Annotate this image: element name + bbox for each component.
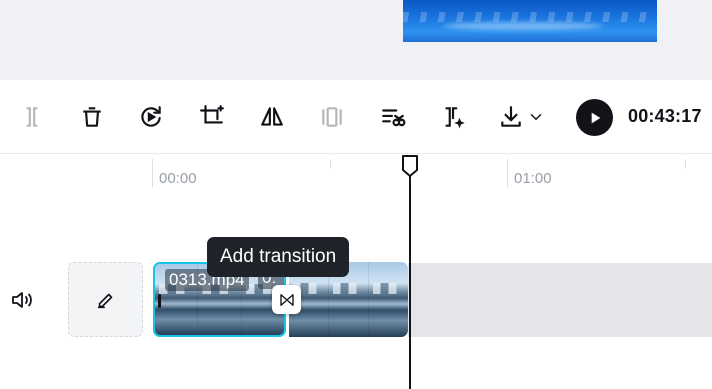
crop-button[interactable] xyxy=(197,102,227,132)
download-button[interactable] xyxy=(496,102,526,132)
replace-icon xyxy=(141,106,161,127)
ruler-tick xyxy=(330,159,331,169)
freeze-icon xyxy=(322,107,342,127)
cover-edit-button[interactable] xyxy=(68,262,143,337)
video-track[interactable] xyxy=(408,263,712,337)
timeline-ruler[interactable]: 00:00 01:00 xyxy=(0,155,712,195)
play-button[interactable] xyxy=(576,99,613,136)
clip-thumbnail xyxy=(368,262,408,337)
ruler-tick xyxy=(507,159,508,187)
download-options-button[interactable] xyxy=(525,102,547,132)
toolbar: 00:43:17 xyxy=(0,80,712,154)
ruler-tick xyxy=(685,159,686,169)
current-timecode: 00:43:17 xyxy=(628,106,702,126)
crop-icon xyxy=(200,105,224,124)
split-button[interactable] xyxy=(17,102,47,132)
preview-area xyxy=(0,0,712,80)
freeze-button[interactable] xyxy=(317,102,347,132)
play-icon xyxy=(591,112,600,123)
speaker-icon xyxy=(12,292,32,308)
pencil-icon xyxy=(97,293,112,308)
flip-icon xyxy=(261,107,283,126)
track-mute-button[interactable] xyxy=(10,289,36,311)
replace-button[interactable] xyxy=(136,102,166,132)
preview-video-frame xyxy=(403,0,657,42)
split-icon xyxy=(26,107,38,127)
chevron-down-icon xyxy=(530,114,542,120)
playhead-handle[interactable] xyxy=(401,154,419,178)
ruler-label: 01:00 xyxy=(514,170,552,187)
download-icon xyxy=(501,106,521,127)
tooltip: Add transition xyxy=(207,237,350,277)
remove-background-button[interactable] xyxy=(378,102,408,132)
delete-icon xyxy=(83,107,101,127)
editor: 00:43:17 00:00 01:00 0313.mp4 0: Add tra… xyxy=(0,0,712,389)
remove-background-icon xyxy=(382,109,406,127)
flip-button[interactable] xyxy=(257,102,287,132)
delete-button[interactable] xyxy=(77,102,107,132)
ai-edit-icon xyxy=(445,107,465,129)
ai-edit-button[interactable] xyxy=(438,102,468,132)
playhead[interactable] xyxy=(409,170,411,389)
ruler-label: 00:00 xyxy=(159,170,197,187)
add-transition-button[interactable] xyxy=(272,285,301,314)
clip-trim-handle[interactable] xyxy=(158,294,161,308)
transition-icon xyxy=(279,293,294,306)
ruler-tick xyxy=(152,159,153,187)
